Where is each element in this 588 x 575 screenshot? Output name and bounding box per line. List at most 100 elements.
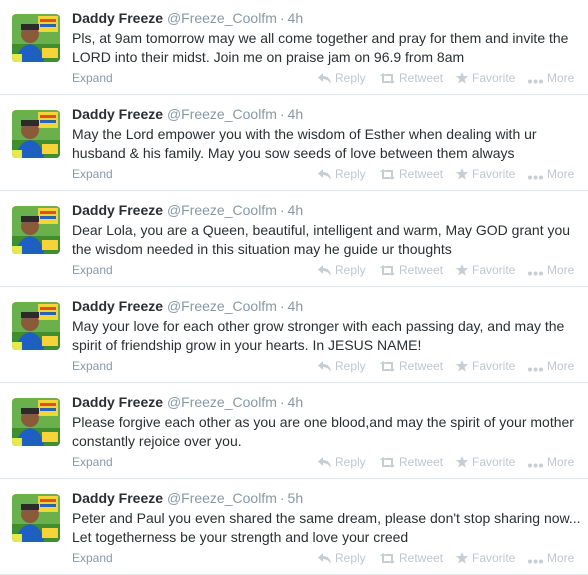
avatar-image	[12, 302, 60, 350]
favorite-label: Favorite	[472, 455, 516, 469]
reply-arrow-icon	[318, 169, 331, 180]
retweet-label: Retweet	[399, 167, 444, 181]
reply-arrow-icon	[318, 361, 331, 372]
expand-link[interactable]: Expand	[72, 262, 113, 278]
author-handle[interactable]: @Freeze_Coolfm	[167, 106, 277, 122]
favorite-label: Favorite	[472, 71, 516, 85]
avatar[interactable]	[12, 206, 60, 254]
favorite-button[interactable]: Favorite	[456, 70, 515, 86]
tweet-actions: Expand Reply Retweet Favorite More	[0, 550, 588, 566]
retweet-label: Retweet	[399, 359, 444, 373]
favorite-button[interactable]: Favorite	[456, 454, 515, 470]
retweet-button[interactable]: Retweet	[380, 166, 443, 182]
expand-link[interactable]: Expand	[72, 70, 113, 86]
tweet-timestamp[interactable]: 4h	[288, 202, 304, 218]
author-handle[interactable]: @Freeze_Coolfm	[167, 490, 277, 506]
author-name[interactable]: Daddy Freeze	[72, 490, 163, 506]
tweet-item[interactable]: Daddy Freeze @Freeze_Coolfm · 4h May your …	[0, 288, 588, 383]
ellipsis-icon	[528, 463, 543, 468]
more-label: More	[547, 551, 575, 565]
expand-link[interactable]: Expand	[72, 358, 113, 374]
author-handle[interactable]: @Freeze_Coolfm	[167, 394, 277, 410]
tweet-text: Pls, at 9am tomorrow may we all come tog…	[72, 30, 569, 65]
favorite-label: Favorite	[472, 551, 516, 565]
reply-button[interactable]: Reply	[318, 166, 366, 182]
avatar-image	[12, 206, 60, 254]
retweet-button[interactable]: Retweet	[380, 358, 443, 374]
avatar[interactable]	[12, 398, 60, 446]
author-handle[interactable]: @Freeze_Coolfm	[167, 298, 277, 314]
tweet-header: Daddy Freeze @Freeze_Coolfm · 5h	[72, 489, 303, 507]
retweet-button[interactable]: Retweet	[380, 550, 443, 566]
separator-dot: ·	[279, 394, 285, 410]
tweet-actions: Expand Reply Retweet Favorite More	[0, 358, 588, 374]
favorite-button[interactable]: Favorite	[456, 166, 515, 182]
star-icon	[456, 456, 468, 468]
tweet-item[interactable]: Daddy Freeze @Freeze_Coolfm · 5h Peter and…	[0, 480, 588, 575]
retweet-label: Retweet	[399, 71, 444, 85]
more-button[interactable]: More	[528, 262, 574, 278]
ellipsis-icon	[528, 271, 543, 276]
reply-label: Reply	[335, 263, 366, 277]
tweet-item[interactable]: Daddy Freeze @Freeze_Coolfm · 4h Dear Lola…	[0, 192, 588, 287]
reply-button[interactable]: Reply	[318, 454, 366, 470]
tweet-text: May the Lord empower you with the wisdom…	[72, 126, 537, 161]
more-button[interactable]: More	[528, 454, 574, 470]
more-label: More	[547, 455, 575, 469]
author-name[interactable]: Daddy Freeze	[72, 298, 163, 314]
tweet-timestamp[interactable]: 4h	[288, 10, 304, 26]
tweet-timeline: Daddy Freeze @Freeze_Coolfm · 4h Pls, at 9…	[0, 0, 588, 575]
expand-link[interactable]: Expand	[72, 166, 113, 182]
author-handle[interactable]: @Freeze_Coolfm	[167, 10, 277, 26]
retweet-button[interactable]: Retweet	[380, 454, 443, 470]
tweet-timestamp[interactable]: 5h	[288, 490, 304, 506]
retweet-button[interactable]: Retweet	[380, 70, 443, 86]
favorite-button[interactable]: Favorite	[456, 262, 515, 278]
avatar[interactable]	[12, 14, 60, 62]
retweet-icon	[380, 169, 395, 180]
favorite-button[interactable]: Favorite	[456, 358, 515, 374]
tweet-item[interactable]: Daddy Freeze @Freeze_Coolfm · 4h Please fo…	[0, 384, 588, 479]
author-handle[interactable]: @Freeze_Coolfm	[167, 202, 277, 218]
avatar[interactable]	[12, 110, 60, 158]
reply-button[interactable]: Reply	[318, 70, 366, 86]
more-button[interactable]: More	[528, 550, 574, 566]
retweet-label: Retweet	[399, 455, 444, 469]
reply-button[interactable]: Reply	[318, 550, 366, 566]
tweet-timestamp[interactable]: 4h	[288, 298, 304, 314]
reply-arrow-icon	[318, 553, 331, 564]
tweet-text: Dear Lola, you are a Queen, beautiful, i…	[72, 222, 571, 257]
more-label: More	[547, 71, 575, 85]
author-name[interactable]: Daddy Freeze	[72, 394, 163, 410]
retweet-icon	[380, 553, 395, 564]
more-label: More	[547, 263, 575, 277]
more-label: More	[547, 359, 575, 373]
avatar-image	[12, 14, 60, 62]
author-name[interactable]: Daddy Freeze	[72, 202, 163, 218]
avatar[interactable]	[12, 302, 60, 350]
tweet-item[interactable]: Daddy Freeze @Freeze_Coolfm · 4h Pls, at 9…	[0, 0, 588, 95]
tweet-timestamp[interactable]: 4h	[288, 106, 304, 122]
tweet-actions: Expand Reply Retweet Favorite More	[0, 166, 588, 182]
author-name[interactable]: Daddy Freeze	[72, 106, 163, 122]
more-button[interactable]: More	[528, 358, 574, 374]
retweet-button[interactable]: Retweet	[380, 262, 443, 278]
favorite-button[interactable]: Favorite	[456, 550, 515, 566]
tweet-header: Daddy Freeze @Freeze_Coolfm · 4h	[72, 201, 303, 219]
author-name[interactable]: Daddy Freeze	[72, 10, 163, 26]
tweet-actions: Expand Reply Retweet Favorite More	[0, 454, 588, 470]
star-icon	[456, 264, 468, 276]
retweet-icon	[380, 457, 395, 468]
tweet-item[interactable]: Daddy Freeze @Freeze_Coolfm · 4h May the L…	[0, 96, 588, 191]
avatar[interactable]	[12, 494, 60, 542]
expand-link[interactable]: Expand	[72, 550, 113, 566]
tweet-timestamp[interactable]: 4h	[288, 394, 304, 410]
expand-link[interactable]: Expand	[72, 454, 113, 470]
more-button[interactable]: More	[528, 166, 574, 182]
reply-button[interactable]: Reply	[318, 262, 366, 278]
star-icon	[456, 72, 468, 84]
separator-dot: ·	[279, 298, 285, 314]
reply-button[interactable]: Reply	[318, 358, 366, 374]
more-button[interactable]: More	[528, 70, 574, 86]
favorite-label: Favorite	[472, 263, 516, 277]
